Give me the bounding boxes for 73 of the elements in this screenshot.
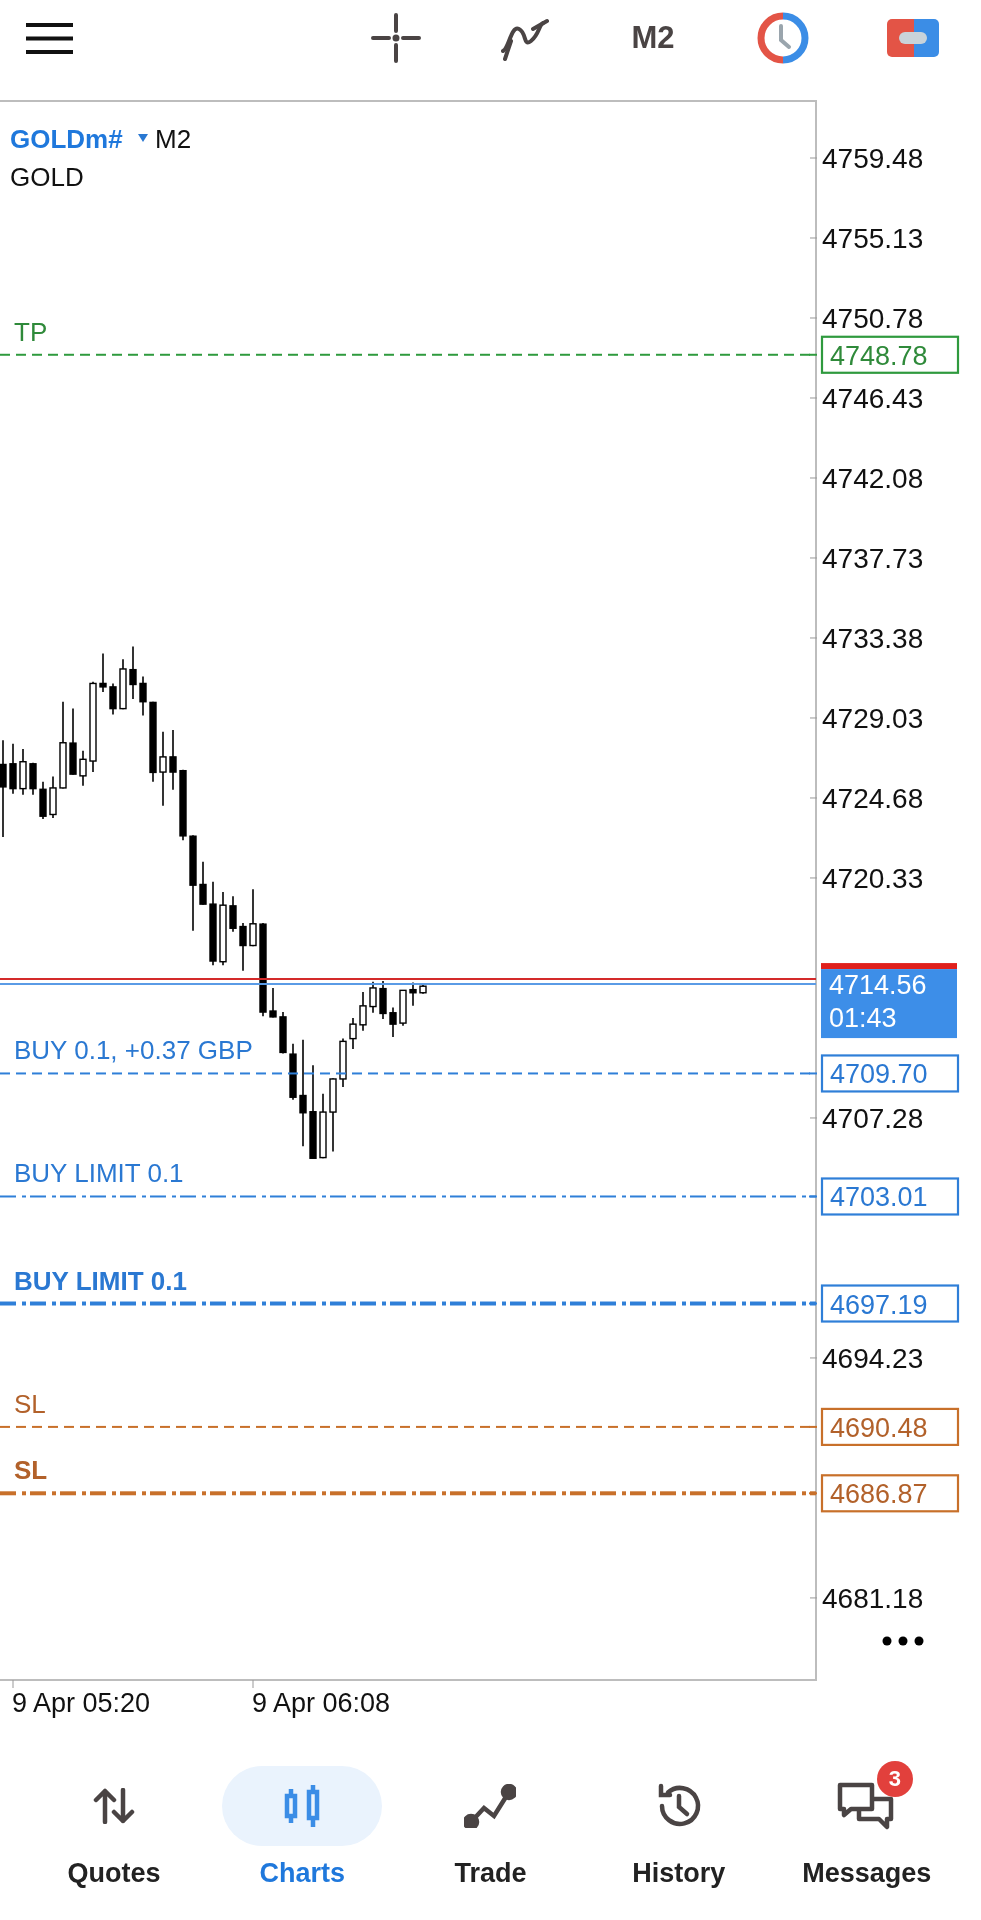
price-axis-label: 4759.48 [822, 143, 924, 174]
candle [389, 1006, 397, 1038]
candle [289, 1043, 297, 1101]
candle [39, 780, 47, 820]
candle [399, 989, 407, 1027]
candle [119, 658, 127, 711]
more-icon[interactable] [882, 1636, 924, 1646]
price-tag: 4709.70 [820, 1054, 960, 1093]
one-click-trading-icon[interactable] [887, 19, 939, 57]
candle [129, 645, 137, 700]
candle [109, 682, 117, 716]
candle [369, 980, 377, 1014]
nav-tab[interactable]: Quotes [24, 1766, 205, 1889]
dropdown-icon[interactable] [138, 134, 148, 142]
price-axis-label: 4742.08 [822, 463, 924, 494]
price-axis-label: 4750.78 [822, 303, 924, 334]
price-axis-label: 4694.23 [822, 1342, 924, 1374]
candle [29, 761, 37, 796]
price-axis-label: 4724.68 [822, 782, 924, 814]
unread-badge: 3 [876, 1761, 913, 1797]
candle [359, 991, 367, 1032]
up-down-arrows-icon [93, 1788, 136, 1824]
price-axis-label: 4755.13 [822, 223, 924, 254]
order-level-label: BUY 0.1, +0.37 GBP [14, 1035, 253, 1066]
menu-icon[interactable] [26, 22, 73, 54]
candle [379, 980, 387, 1020]
order-level-label: TP [14, 316, 48, 347]
candle [339, 1037, 347, 1088]
candle [139, 675, 147, 717]
price-axis-label: 4729.03 [822, 703, 924, 734]
candle [239, 922, 247, 972]
price-axis-label: 4746.43 [822, 383, 924, 414]
candle [269, 987, 277, 1019]
price-tag: 4697.19 [820, 1284, 960, 1323]
candle [279, 1011, 287, 1055]
timeframe-button[interactable]: M2 [627, 20, 679, 56]
candle [349, 1017, 357, 1050]
price-axis-label: 4681.18 [822, 1582, 924, 1614]
candle [249, 888, 257, 947]
price-axis-label: 4733.38 [822, 623, 924, 654]
candle [409, 981, 417, 1007]
candle [419, 982, 427, 995]
candle [99, 652, 107, 693]
price-tag: 4686.87 [820, 1474, 960, 1513]
price-tag: 4703.01 [820, 1177, 960, 1216]
order-level-label: BUY LIMIT 0.1 [14, 1265, 187, 1296]
order-level-label: SL [14, 1388, 46, 1419]
crosshair-icon[interactable] [371, 13, 421, 63]
candle [319, 1093, 327, 1160]
candle [229, 895, 237, 933]
candle [169, 729, 177, 791]
clock-icon[interactable] [757, 12, 809, 64]
price-tag: 4748.78 [820, 335, 960, 374]
nav-tab[interactable]: Trade [400, 1766, 581, 1889]
candle [79, 749, 87, 787]
time-axis-label: 9 Apr 05:20 [12, 1688, 151, 1718]
nav-tab[interactable]: History [588, 1766, 769, 1889]
order-level-label: SL [14, 1455, 48, 1486]
line-chart-icon [464, 1784, 517, 1828]
order-level-label: BUY LIMIT 0.1 [14, 1158, 184, 1189]
candle [69, 707, 77, 776]
price-tag: 4690.48 [820, 1407, 960, 1446]
price-axis-label: 4720.33 [822, 862, 924, 894]
time-axis-label: 9 Apr 06:08 [252, 1688, 391, 1718]
price-axis-label: 4707.28 [822, 1102, 924, 1134]
symbol-name[interactable]: GOLDm# [10, 124, 123, 154]
chart-timeframe: M2 [155, 124, 192, 154]
candle [49, 775, 57, 819]
price-axis-label: 4737.73 [822, 543, 924, 574]
candle [9, 743, 17, 795]
candle [19, 748, 27, 796]
candle [199, 860, 207, 906]
symbol-description: GOLD [10, 162, 84, 192]
